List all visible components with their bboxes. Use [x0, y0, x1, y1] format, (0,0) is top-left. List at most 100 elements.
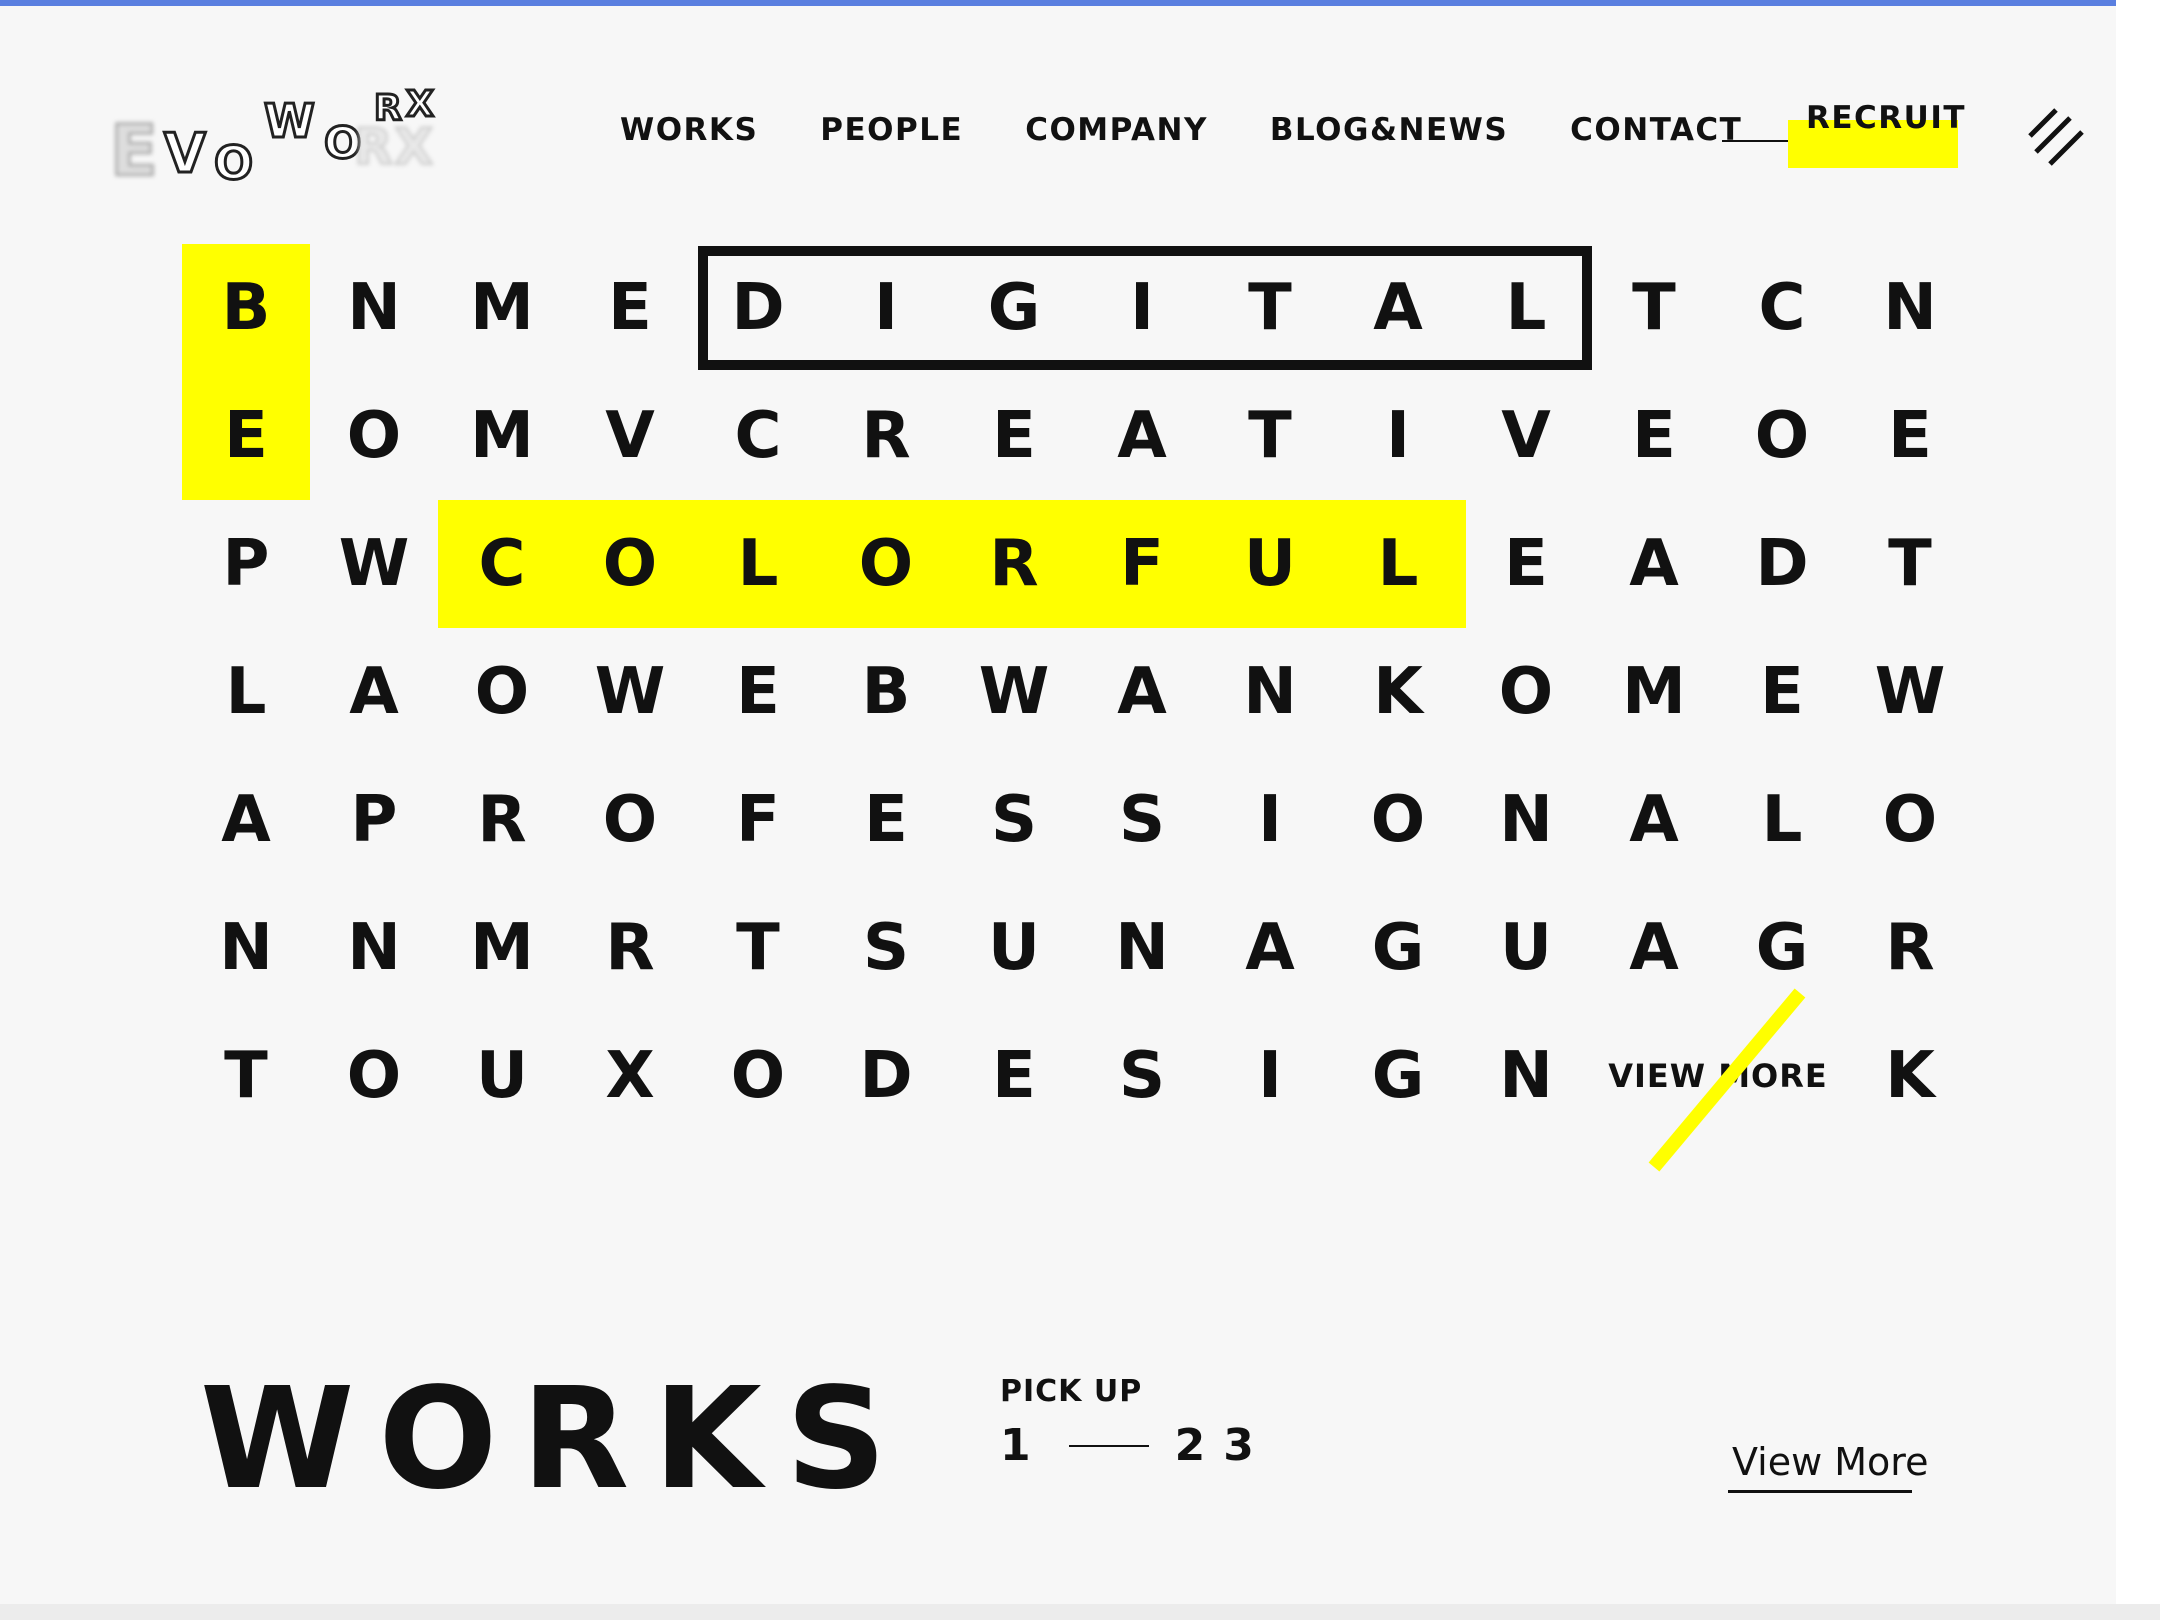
grid-row: BNMEDIGITALTCN — [182, 244, 1976, 372]
grid-letter: W — [978, 655, 1050, 729]
grid-letter: O — [346, 1039, 402, 1113]
grid-letter: T — [736, 911, 780, 985]
grid-letter: N — [347, 911, 401, 985]
grid-letter: R — [861, 399, 911, 473]
nav-people[interactable]: PEOPLE — [820, 112, 963, 148]
grid-letter: E — [736, 655, 780, 729]
grid-letter: K — [1373, 655, 1423, 729]
page-1[interactable]: 1 — [1000, 1420, 1031, 1471]
main-nav: WORKS PEOPLE COMPANY BLOG&NEWS CONTACT — [620, 112, 1804, 148]
grid-letter: T — [1248, 399, 1292, 473]
nav-company[interactable]: COMPANY — [1025, 112, 1208, 148]
grid-letter: F — [736, 783, 780, 857]
grid-letter: I — [874, 271, 898, 345]
page-3[interactable]: 3 — [1223, 1420, 1254, 1471]
site-logo[interactable]: E V O W O R X RX — [104, 83, 464, 194]
grid-letter: N — [1115, 911, 1169, 985]
grid-letter: L — [1505, 271, 1547, 345]
grid-letter: U — [476, 1039, 528, 1113]
logo-letter-w: W — [263, 93, 317, 150]
grid-letter: N — [1499, 1039, 1553, 1113]
grid-letter: O — [602, 527, 658, 601]
grid-letter: O — [1882, 783, 1938, 857]
grid-letter: M — [1622, 655, 1686, 729]
logo-blur-rx: RX — [353, 117, 436, 177]
top-accent-bar — [0, 0, 2116, 6]
hamburger-slash-icon[interactable] — [2024, 108, 2086, 166]
grid-letter: L — [225, 655, 267, 729]
grid-letter: D — [1755, 527, 1809, 601]
grid-letter: S — [1118, 783, 1166, 857]
grid-letter: D — [859, 1039, 913, 1113]
grid-letter: E — [1632, 399, 1676, 473]
page-2[interactable]: 2 — [1175, 1420, 1206, 1471]
grid-letter: T — [1632, 271, 1676, 345]
grid-letter: K — [1885, 1039, 1935, 1113]
grid-letter: E — [864, 783, 908, 857]
grid-letter: X — [605, 1039, 655, 1113]
grid-letter: E — [608, 271, 652, 345]
grid-letter: A — [349, 655, 399, 729]
grid-row: EOMVCREATIVEOE — [182, 372, 1976, 500]
grid-letter: L — [737, 527, 779, 601]
grid-letter: C — [478, 527, 526, 601]
grid-letter: G — [987, 271, 1041, 345]
grid-letter: S — [990, 783, 1038, 857]
grid-letter: E — [1504, 527, 1548, 601]
grid-row: LAOWEBWANKOMEW — [182, 628, 1976, 756]
grid-letter: O — [1754, 399, 1810, 473]
works-view-more-link[interactable]: View More — [1732, 1440, 1928, 1484]
grid-letter: B — [221, 271, 271, 345]
grid-letter: N — [1883, 271, 1937, 345]
nav-blog-news[interactable]: BLOG&NEWS — [1270, 112, 1508, 148]
grid-letter: T — [1248, 271, 1292, 345]
grid-letter: E — [1760, 655, 1804, 729]
grid-letter: A — [1117, 399, 1167, 473]
pickup-label: PICK UP — [1000, 1374, 1143, 1409]
works-section-title: WORKS — [200, 1358, 911, 1521]
grid-letter: D — [731, 271, 785, 345]
logo-letter-o: O — [212, 135, 256, 192]
nav-recruit[interactable]: RECRUIT — [1806, 100, 1966, 136]
grid-letter: E — [224, 399, 268, 473]
grid-letter: S — [1118, 1039, 1166, 1113]
grid-letter: I — [1386, 399, 1410, 473]
logo-letter-v: V — [163, 121, 208, 187]
grid-letter: U — [1244, 527, 1296, 601]
grid-letter: W — [338, 527, 410, 601]
grid-letter: O — [1370, 783, 1426, 857]
grid-letter: P — [350, 783, 398, 857]
grid-letter: A — [1373, 271, 1423, 345]
grid-letter: P — [222, 527, 270, 601]
grid-letter: O — [1498, 655, 1554, 729]
grid-row: APROFESSIONALO — [182, 756, 1976, 884]
page-bottom-edge — [0, 1604, 2160, 1620]
view-more-underline — [1728, 1490, 1912, 1493]
grid-letter: M — [470, 271, 534, 345]
grid-letter: U — [988, 911, 1040, 985]
grid-letter: R — [989, 527, 1039, 601]
grid-letter: U — [1500, 911, 1552, 985]
nav-works[interactable]: WORKS — [620, 112, 758, 148]
grid-letter: N — [219, 911, 273, 985]
grid-letter: I — [1258, 783, 1282, 857]
grid-letter: O — [730, 1039, 786, 1113]
grid-letter: L — [1761, 783, 1803, 857]
grid-letter: M — [470, 399, 534, 473]
nav-contact[interactable]: CONTACT — [1570, 112, 1742, 148]
grid-letter: O — [346, 399, 402, 473]
grid-letter: T — [224, 1039, 268, 1113]
logo-letter-e: E — [109, 109, 160, 193]
pickup-pager: 1 2 3 — [1000, 1420, 1272, 1471]
grid-letter: A — [1117, 655, 1167, 729]
grid-letter: G — [1371, 911, 1425, 985]
view-more-slash — [1648, 988, 1806, 1172]
grid-letter: S — [862, 911, 910, 985]
grid-letter: O — [858, 527, 914, 601]
grid-letter: B — [861, 655, 911, 729]
page-right-edge — [2116, 0, 2160, 1620]
grid-letter: C — [734, 399, 782, 473]
grid-letter: N — [1499, 783, 1553, 857]
grid-letter: N — [1243, 655, 1297, 729]
grid-letter: G — [1371, 1039, 1425, 1113]
